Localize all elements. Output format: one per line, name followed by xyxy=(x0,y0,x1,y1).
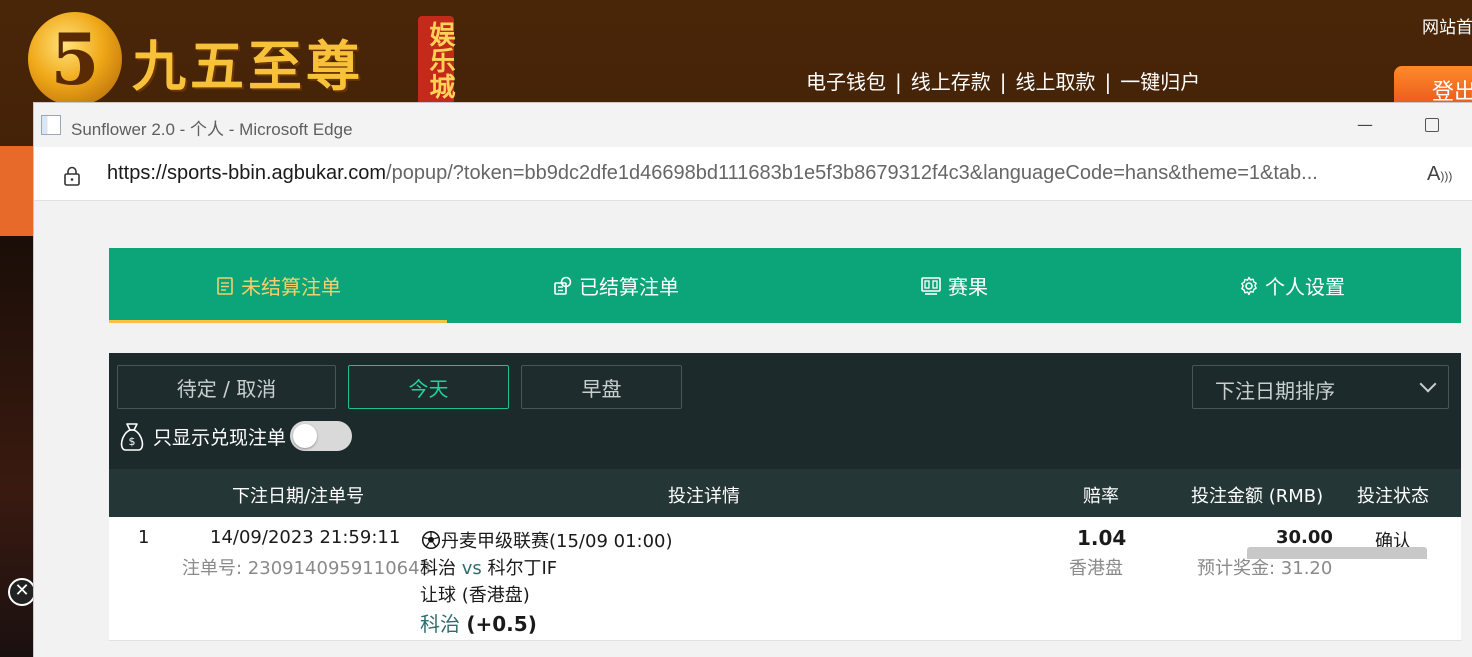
site-logo-tag: 娱乐城 xyxy=(418,16,455,104)
read-aloud-icon[interactable]: A))) xyxy=(1427,163,1452,186)
filter-early-button[interactable]: 早盘 xyxy=(521,365,682,409)
svg-text:$: $ xyxy=(129,435,136,448)
site-nav-wallet[interactable]: 电子钱包 xyxy=(806,70,886,94)
table-footer-gap xyxy=(109,641,1461,657)
horizontal-scrollbar[interactable] xyxy=(1247,547,1427,559)
site-nav-separator: | xyxy=(1104,70,1112,94)
site-nav: 电子钱包 | 线上存款 | 线上取款 | 一键归户 xyxy=(806,66,1200,95)
site-nav-withdraw[interactable]: 线上取款 xyxy=(1016,70,1096,94)
page-content: 未结算注单 已结算注单 赛果 个人设置 待定 / 取消 今天 早盘 下注日期排序 xyxy=(34,202,1472,657)
ticket-number: 注单号: 2309140959110643 xyxy=(182,558,432,579)
site-side-banner xyxy=(0,146,34,236)
browser-window: Sunflower 2.0 - 个人 - Microsoft Edge — ht… xyxy=(33,102,1472,657)
selection-team: 科治 xyxy=(420,612,460,636)
header-status: 投注状态 xyxy=(1357,486,1429,507)
filter-today-button[interactable]: 今天 xyxy=(348,365,509,409)
toggle-knob xyxy=(293,424,318,448)
header-amount: 投注金额 (RMB) xyxy=(1191,486,1324,507)
minimize-button[interactable]: — xyxy=(1345,107,1385,143)
close-ad-icon[interactable]: ✕ xyxy=(8,578,36,606)
site-nav-separator: | xyxy=(999,70,1007,94)
cashout-toggle[interactable] xyxy=(290,421,353,451)
odds-type: 香港盘 xyxy=(1069,558,1123,579)
market-type: 让球 (香港盘) xyxy=(420,585,530,606)
maximize-icon xyxy=(1425,118,1439,132)
coins-icon xyxy=(554,276,572,295)
league-name: 丹麦甲级联赛(15/09 01:00) xyxy=(441,531,673,552)
handicap-value: (+0.5) xyxy=(466,612,537,636)
site-logo-icon: 5 xyxy=(28,12,122,106)
vs-label: vs xyxy=(461,558,482,579)
site-nav-transfer[interactable]: 一键归户 xyxy=(1120,70,1200,94)
window-title: Sunflower 2.0 - 个人 - Microsoft Edge xyxy=(71,120,353,139)
home-team: 科治 xyxy=(420,558,456,579)
cashout-filter: $ 只显示兑现注单 xyxy=(117,419,353,453)
lock-icon[interactable] xyxy=(61,165,83,187)
table-header: 下注日期/注单号 投注详情 赔率 投注金额 (RMB) 投注状态 xyxy=(109,469,1461,517)
receipt-icon xyxy=(217,276,233,295)
sort-dropdown[interactable]: 下注日期排序 xyxy=(1192,365,1449,409)
url-field[interactable]: https://sports-bbin.agbukar.com/popup/?t… xyxy=(107,162,1407,185)
selection-line: 科治 (+0.5) xyxy=(420,608,537,637)
header-date: 下注日期/注单号 xyxy=(232,486,365,507)
table-row[interactable]: 1 14/09/2023 21:59:11 注单号: 2309140959110… xyxy=(109,517,1461,641)
tab-settings[interactable]: 个人设置 xyxy=(1123,248,1461,323)
odds-value: 1.04 xyxy=(1077,526,1127,550)
chevron-down-icon xyxy=(1419,375,1437,393)
away-team: 科尔丁IF xyxy=(487,558,558,579)
tab-label: 个人设置 xyxy=(1265,275,1345,299)
cashout-label: 只显示兑现注单 xyxy=(153,426,287,449)
filter-pending-button[interactable]: 待定 / 取消 xyxy=(117,365,336,409)
money-bag-icon: $ xyxy=(120,423,144,451)
main-tab-bar: 未结算注单 已结算注单 赛果 个人设置 xyxy=(109,248,1461,323)
league-line: 丹麦甲级联赛(15/09 01:00) xyxy=(421,527,673,553)
scoreboard-icon xyxy=(921,276,941,295)
url-path: /popup/?token=bb9dc2dfe1d46698bd111683b1… xyxy=(386,162,1318,184)
bets-panel: 待定 / 取消 今天 早盘 下注日期排序 $ 只显示兑现注单 下注日期/注单号 … xyxy=(109,353,1461,657)
tab-label: 已结算注单 xyxy=(579,275,679,299)
bet-datetime: 14/09/2023 21:59:11 xyxy=(210,527,401,548)
stake-amount: 30.00 xyxy=(1276,527,1333,548)
sort-dropdown-label: 下注日期排序 xyxy=(1215,379,1335,403)
soccer-ball-icon xyxy=(421,530,441,550)
address-bar: https://sports-bbin.agbukar.com/popup/?t… xyxy=(34,147,1472,201)
page-favicon-icon xyxy=(41,115,61,135)
header-odds: 赔率 xyxy=(1083,486,1119,507)
row-index: 1 xyxy=(138,527,150,548)
gear-icon xyxy=(1241,276,1257,295)
tab-label: 未结算注单 xyxy=(241,275,341,299)
url-host: https://sports-bbin.agbukar.com xyxy=(107,162,387,184)
tab-results[interactable]: 赛果 xyxy=(785,248,1123,323)
match-line: 科治 vs 科尔丁IF xyxy=(420,554,557,580)
site-home-link[interactable]: 网站首页 xyxy=(1422,13,1472,38)
site-nav-separator: | xyxy=(895,70,902,94)
title-bar: Sunflower 2.0 - 个人 - Microsoft Edge — xyxy=(34,103,1472,147)
tab-label: 赛果 xyxy=(948,275,988,299)
tab-unsettled[interactable]: 未结算注单 xyxy=(109,248,447,323)
tab-settled[interactable]: 已结算注单 xyxy=(447,248,785,323)
site-logo-text: 九五至尊 xyxy=(132,34,364,98)
maximize-button[interactable] xyxy=(1411,107,1451,143)
site-nav-deposit[interactable]: 线上存款 xyxy=(911,70,991,94)
header-detail: 投注详情 xyxy=(668,486,740,507)
